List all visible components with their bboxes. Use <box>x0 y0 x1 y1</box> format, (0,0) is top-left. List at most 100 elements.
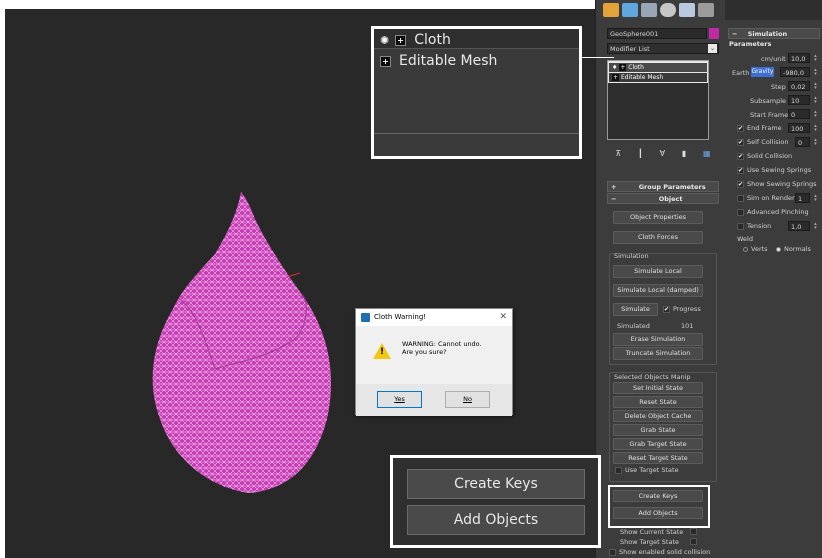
modify-panel: GeoSphere001 Modifier List ⌄ ♦ + Cloth +… <box>595 0 725 558</box>
use-sewing-springs-checkbox[interactable]: ✔ <box>737 167 744 174</box>
sim-on-render-input[interactable]: 1 <box>795 193 810 203</box>
chevron-down-icon[interactable]: ⌄ <box>708 44 717 53</box>
expand-icon <box>395 34 407 46</box>
spinner-icon[interactable]: ▴ ▾ <box>813 138 818 147</box>
tension-input[interactable]: 1,0 <box>788 221 810 231</box>
spinner-icon[interactable]: ▴ ▾ <box>813 96 818 105</box>
stack-toolbar: ⊼ ┃ ∀ ▮ ▦ <box>607 146 719 160</box>
spinner-icon[interactable]: ▴ ▾ <box>813 124 818 133</box>
spinner-icon[interactable]: ▴ ▾ <box>813 110 818 119</box>
show-end-result-icon[interactable]: ┃ <box>638 149 643 158</box>
show-enabled-solid-collision-checkbox[interactable] <box>609 549 616 556</box>
gravity-preset-dropdown[interactable]: Gravity <box>751 67 774 77</box>
tension-checkbox[interactable] <box>737 223 744 230</box>
configure-modifier-sets-icon[interactable]: ▦ <box>703 149 711 158</box>
set-initial-state-button[interactable]: Set Initial State <box>613 382 703 394</box>
verts-label: Verts <box>751 245 768 253</box>
stack-item-cloth[interactable]: ♦ + Cloth <box>609 63 707 72</box>
show-current-state-checkbox[interactable] <box>690 528 697 535</box>
display-tab-icon[interactable] <box>679 3 695 17</box>
close-icon[interactable]: ✕ <box>499 309 507 326</box>
erase-simulation-button[interactable]: Erase Simulation <box>613 333 703 346</box>
create-tab-icon[interactable] <box>603 3 619 17</box>
selected-objects-group-label: Selected Objects Manip <box>614 373 691 381</box>
gravity-input[interactable]: -980,0 <box>780 67 810 77</box>
reset-target-state-button[interactable]: Reset Target State <box>613 452 703 464</box>
show-sewing-springs-checkbox[interactable]: ✔ <box>737 181 744 188</box>
motion-tab-icon[interactable] <box>660 3 676 17</box>
simulation-group-label: Simulation <box>614 252 649 260</box>
step-input[interactable]: 0,02 <box>788 81 810 91</box>
add-objects-small-button[interactable]: Add Objects <box>613 507 703 519</box>
end-frame-checkbox[interactable]: ✔ <box>737 125 744 132</box>
object-name-field[interactable]: GeoSphere001 <box>607 28 707 39</box>
warning-icon: ! <box>373 343 391 359</box>
hierarchy-tab-icon[interactable] <box>641 3 657 17</box>
stack-item-editable-mesh[interactable]: + Editable Mesh <box>609 73 707 82</box>
self-collision-checkbox[interactable]: ✔ <box>737 139 744 146</box>
grab-state-button[interactable]: Grab State <box>613 424 703 436</box>
callout-stack-label: Editable Mesh <box>399 53 498 69</box>
object-properties-button[interactable]: Object Properties <box>613 211 703 224</box>
object-color-swatch[interactable] <box>709 28 719 39</box>
spinner-icon[interactable]: ▴ ▾ <box>813 194 818 203</box>
cm-unit-label: cm/unit <box>761 55 786 63</box>
cloth-warning-dialog: Cloth Warning! ✕ ! WARNING: Cannot undo.… <box>355 308 513 416</box>
modifier-list-dropdown[interactable]: Modifier List ⌄ <box>607 43 719 54</box>
self-collision-input[interactable]: 0 <box>795 137 810 147</box>
rollout-collapse-icon: − <box>611 195 617 203</box>
no-button[interactable]: No <box>445 391 490 408</box>
solid-collision-checkbox[interactable]: ✔ <box>737 153 744 160</box>
verts-radio[interactable] <box>743 247 748 252</box>
truncate-simulation-button[interactable]: Truncate Simulation <box>613 347 703 360</box>
spinner-icon[interactable]: ▴ ▾ <box>813 54 818 63</box>
simulate-button[interactable]: Simulate <box>613 303 658 316</box>
add-objects-button[interactable]: Add Objects <box>407 505 585 535</box>
end-frame-input[interactable]: 100 <box>788 123 810 133</box>
progress-checkbox[interactable]: ✔ <box>663 306 670 313</box>
utilities-tab-icon[interactable] <box>698 3 714 17</box>
start-frame-input[interactable]: 0 <box>788 109 810 119</box>
create-keys-small-button[interactable]: Create Keys <box>613 490 703 502</box>
object-rollout[interactable]: − Object <box>607 193 719 204</box>
advanced-pinching-checkbox[interactable] <box>737 209 744 216</box>
use-target-state-label: Use Target State <box>625 466 679 474</box>
cloth-forces-button[interactable]: Cloth Forces <box>613 231 703 244</box>
simulate-local-button[interactable]: Simulate Local <box>613 265 703 278</box>
remove-modifier-icon[interactable]: ▮ <box>682 149 686 158</box>
solid-collision-label: Solid Collision <box>747 152 793 160</box>
modifier-stack-list[interactable]: ♦ + Cloth + Editable Mesh <box>607 60 709 140</box>
cm-unit-input[interactable]: 10,0 <box>788 53 810 63</box>
use-target-state-checkbox[interactable] <box>615 467 622 474</box>
sim-on-render-checkbox[interactable] <box>737 195 744 202</box>
modifier-list-label: Modifier List <box>610 45 650 53</box>
normals-label: Normals <box>784 245 811 253</box>
spinner-icon[interactable]: ▴ ▾ <box>813 68 818 77</box>
simulate-local-damped-button[interactable]: Simulate Local (damped) <box>613 284 703 297</box>
stack-item-label: Editable Mesh <box>620 74 664 81</box>
normals-radio[interactable] <box>776 247 781 252</box>
subsample-input[interactable]: 10 <box>788 95 810 105</box>
group-parameters-rollout[interactable]: + Group Parameters <box>607 181 719 192</box>
spinner-icon[interactable]: ▴ ▾ <box>813 222 818 231</box>
modifier-stack-callout: ✺ Cloth Editable Mesh <box>371 26 582 159</box>
spinner-icon[interactable]: ▴ ▾ <box>813 82 818 91</box>
expand-icon[interactable]: + <box>612 74 620 81</box>
show-target-state-checkbox[interactable] <box>690 538 697 545</box>
yes-button[interactable]: Yes <box>377 391 422 408</box>
dialog-titlebar: Cloth Warning! ✕ <box>356 309 512 326</box>
callout-connector-stack <box>580 57 614 58</box>
delete-object-cache-button[interactable]: Delete Object Cache <box>613 410 703 422</box>
expand-icon[interactable]: + <box>619 64 627 71</box>
pin-stack-icon[interactable]: ⊼ <box>615 149 621 158</box>
simulation-parameters-rollout[interactable]: − Simulation Parameters <box>728 28 820 48</box>
show-sewing-springs-label: Show Sewing Springs <box>747 180 817 188</box>
reset-state-button[interactable]: Reset State <box>613 396 703 408</box>
grab-target-state-button[interactable]: Grab Target State <box>613 438 703 450</box>
modify-tab-icon[interactable] <box>622 3 638 17</box>
lightbulb-icon[interactable]: ♦ <box>612 64 617 71</box>
step-label: Step <box>771 83 786 91</box>
create-keys-button[interactable]: Create Keys <box>407 469 585 499</box>
make-unique-icon[interactable]: ∀ <box>660 149 665 158</box>
yes-label: Yes <box>394 395 405 403</box>
